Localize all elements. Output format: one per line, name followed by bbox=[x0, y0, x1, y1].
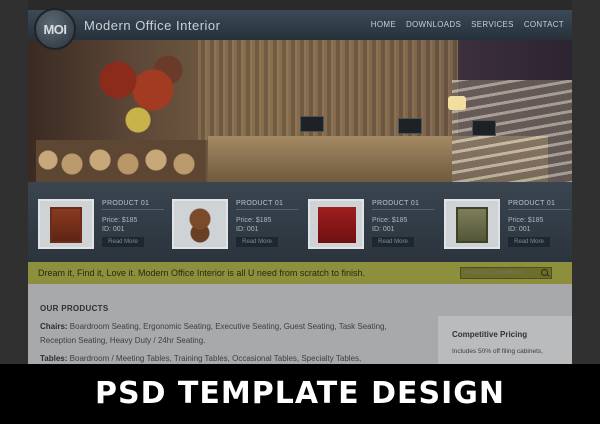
hero-log-table bbox=[36, 140, 206, 182]
sidebar-text: Includes 50% off filing cabinets, bbox=[452, 348, 543, 355]
hero-image bbox=[28, 40, 572, 182]
search-icon[interactable] bbox=[541, 269, 548, 276]
product-card[interactable]: PRODUCT 01 Price: $185 ID: 001 Read More bbox=[444, 199, 570, 253]
read-more-button[interactable]: Read More bbox=[236, 237, 278, 247]
product-title: PRODUCT 01 bbox=[236, 200, 284, 207]
chairs-text-2: Reception Seating, Heavy Duty / 24hr Sea… bbox=[40, 336, 206, 345]
divider bbox=[102, 209, 164, 210]
chairs-text: Boardroom Seating, Ergonomic Seating, Ex… bbox=[69, 322, 387, 331]
product-thumbnail[interactable] bbox=[172, 199, 228, 249]
tagline-bar: Dream it, Find it, Love it. Modern Offic… bbox=[28, 262, 572, 284]
product-title: PRODUCT 01 bbox=[508, 200, 556, 207]
logo[interactable]: MOI bbox=[34, 8, 76, 50]
hero-monitor bbox=[472, 120, 496, 136]
product-thumbnail[interactable] bbox=[444, 199, 500, 249]
product-id: ID: 001 bbox=[508, 226, 531, 233]
hero-monitor bbox=[398, 118, 422, 134]
search-input[interactable] bbox=[461, 268, 537, 278]
desk-icon bbox=[318, 207, 356, 243]
read-more-button[interactable]: Read More bbox=[102, 237, 144, 247]
section-heading: OUR PRODUCTS bbox=[40, 304, 109, 313]
nav-home[interactable]: HOME bbox=[371, 20, 396, 29]
screenshot-frame: MOI Modern Office Interior HOME DOWNLOAD… bbox=[0, 0, 600, 424]
product-card[interactable]: PRODUCT 01 Price: $185 ID: 001 Read More bbox=[38, 199, 164, 253]
product-id: ID: 001 bbox=[236, 226, 259, 233]
tagline-text: Dream it, Find it, Love it. Modern Offic… bbox=[38, 268, 365, 278]
product-card[interactable]: PRODUCT 01 Price: $185 ID: 001 Read More bbox=[172, 199, 298, 253]
nav-contact[interactable]: CONTACT bbox=[524, 20, 564, 29]
office-chair-icon bbox=[184, 207, 216, 243]
left-margin bbox=[0, 0, 28, 364]
read-more-button[interactable]: Read More bbox=[372, 237, 414, 247]
read-more-button[interactable]: Read More bbox=[508, 237, 550, 247]
product-search[interactable] bbox=[460, 267, 552, 279]
chairs-paragraph: Chairs: Boardroom Seating, Ergonomic Sea… bbox=[40, 320, 390, 348]
hero-monitor bbox=[300, 116, 324, 132]
product-strip: PRODUCT 01 Price: $185 ID: 001 Read More… bbox=[28, 182, 572, 262]
hero-stairs bbox=[452, 80, 572, 182]
product-title: PRODUCT 01 bbox=[372, 200, 420, 207]
product-id: ID: 001 bbox=[372, 226, 395, 233]
main-content: OUR PRODUCTS Chairs: Boardroom Seating, … bbox=[28, 284, 572, 364]
sidebar-box: Competitive Pricing Includes 50% off fil… bbox=[438, 316, 572, 364]
product-id: ID: 001 bbox=[102, 226, 125, 233]
chairs-label: Chairs: bbox=[40, 322, 68, 331]
filing-cabinet-icon bbox=[456, 207, 488, 243]
nav-services[interactable]: SERVICES bbox=[471, 20, 514, 29]
product-thumbnail[interactable] bbox=[38, 199, 94, 249]
caption-text: PSD TEMPLATE DESIGN bbox=[94, 376, 506, 411]
product-price: Price: $185 bbox=[236, 217, 272, 224]
right-margin bbox=[572, 0, 600, 364]
main-nav: HOME DOWNLOADS SERVICES CONTACT bbox=[371, 20, 564, 29]
product-thumbnail[interactable] bbox=[308, 199, 364, 249]
product-title: PRODUCT 01 bbox=[102, 200, 150, 207]
product-price: Price: $185 bbox=[508, 217, 544, 224]
hero-flowers bbox=[88, 50, 188, 140]
hero-lamp bbox=[448, 96, 466, 110]
nav-downloads[interactable]: DOWNLOADS bbox=[406, 20, 461, 29]
tables-label: Tables: bbox=[40, 354, 68, 363]
header-bar: MOI Modern Office Interior HOME DOWNLOAD… bbox=[28, 8, 572, 50]
sidebar-title: Competitive Pricing bbox=[452, 330, 528, 339]
product-price: Price: $185 bbox=[102, 217, 138, 224]
divider bbox=[372, 209, 434, 210]
divider bbox=[508, 209, 570, 210]
divider bbox=[236, 209, 298, 210]
bookshelf-icon bbox=[50, 207, 82, 243]
caption-banner: PSD TEMPLATE DESIGN bbox=[0, 364, 600, 424]
product-price: Price: $185 bbox=[372, 217, 408, 224]
brand-name: Modern Office Interior bbox=[84, 18, 221, 33]
product-card[interactable]: PRODUCT 01 Price: $185 ID: 001 Read More bbox=[308, 199, 434, 253]
tables-text: Boardroom / Meeting Tables, Training Tab… bbox=[69, 354, 362, 363]
